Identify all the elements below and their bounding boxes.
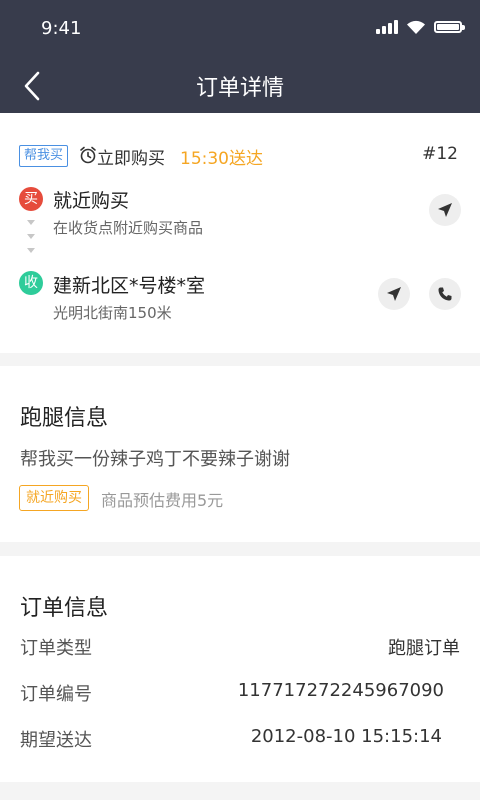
deliver-time: 15:30送达 xyxy=(180,149,263,169)
errand-description: 帮我买一份辣子鸡丁不要辣子谢谢 xyxy=(20,449,290,470)
pickup-navigate-button[interactable] xyxy=(429,194,461,226)
nav-bar: 订单详情 xyxy=(0,58,480,113)
dropoff-navigate-button[interactable] xyxy=(378,278,410,310)
nearby-buy-tag: 就近购买 xyxy=(19,485,89,511)
order-mode: 立即购买 xyxy=(97,149,165,169)
pickup-subtitle: 在收货点附近购买商品 xyxy=(53,219,204,237)
order-info-card: 订单信息 订单类型 跑腿订单 订单编号 117717272245967090 期… xyxy=(0,556,480,782)
dropoff-title: 建新北区*号楼*室 xyxy=(53,275,206,297)
pickup-title: 就近购买 xyxy=(53,190,130,212)
status-time: 9:41 xyxy=(41,18,82,39)
order-type-label: 订单类型 xyxy=(20,638,92,659)
order-number: #12 xyxy=(422,144,458,164)
page-title: 订单详情 xyxy=(195,76,284,101)
estimated-fee: 商品预估费用5元 xyxy=(101,491,224,510)
status-bar: 9:41 xyxy=(0,0,480,58)
status-icons xyxy=(376,20,465,34)
navigation-arrow-icon xyxy=(438,203,452,217)
navigation-arrow-icon xyxy=(387,287,401,301)
battery-icon xyxy=(434,21,465,33)
dropoff-subtitle: 光明北街南150米 xyxy=(53,304,172,322)
wifi-icon xyxy=(407,20,425,34)
expected-delivery-value: 2012-08-10 15:15:14 xyxy=(250,726,442,747)
expected-delivery-label: 期望送达 xyxy=(20,730,92,751)
phone-icon xyxy=(438,287,452,301)
route-dots xyxy=(27,220,35,262)
call-button[interactable] xyxy=(429,278,461,310)
order-route-card: 帮我买 立即购买 15:30送达 #12 买 就近购买 在收货点附近购买商品 收… xyxy=(0,113,480,353)
order-type-value: 跑腿订单 xyxy=(388,638,460,659)
service-tag: 帮我买 xyxy=(19,145,69,167)
order-info-title: 订单信息 xyxy=(20,596,109,621)
app-header: 9:41 订单详情 xyxy=(0,0,480,113)
signal-icon xyxy=(376,20,398,34)
errand-section-title: 跑腿信息 xyxy=(20,406,109,431)
pickup-badge: 买 xyxy=(19,187,43,211)
dropoff-badge: 收 xyxy=(19,271,43,295)
order-id-label: 订单编号 xyxy=(20,684,92,705)
errand-info-card: 跑腿信息 帮我买一份辣子鸡丁不要辣子谢谢 就近购买 商品预估费用5元 xyxy=(0,366,480,542)
order-id-value: 117717272245967090 xyxy=(237,680,444,701)
alarm-clock-icon xyxy=(80,146,96,164)
